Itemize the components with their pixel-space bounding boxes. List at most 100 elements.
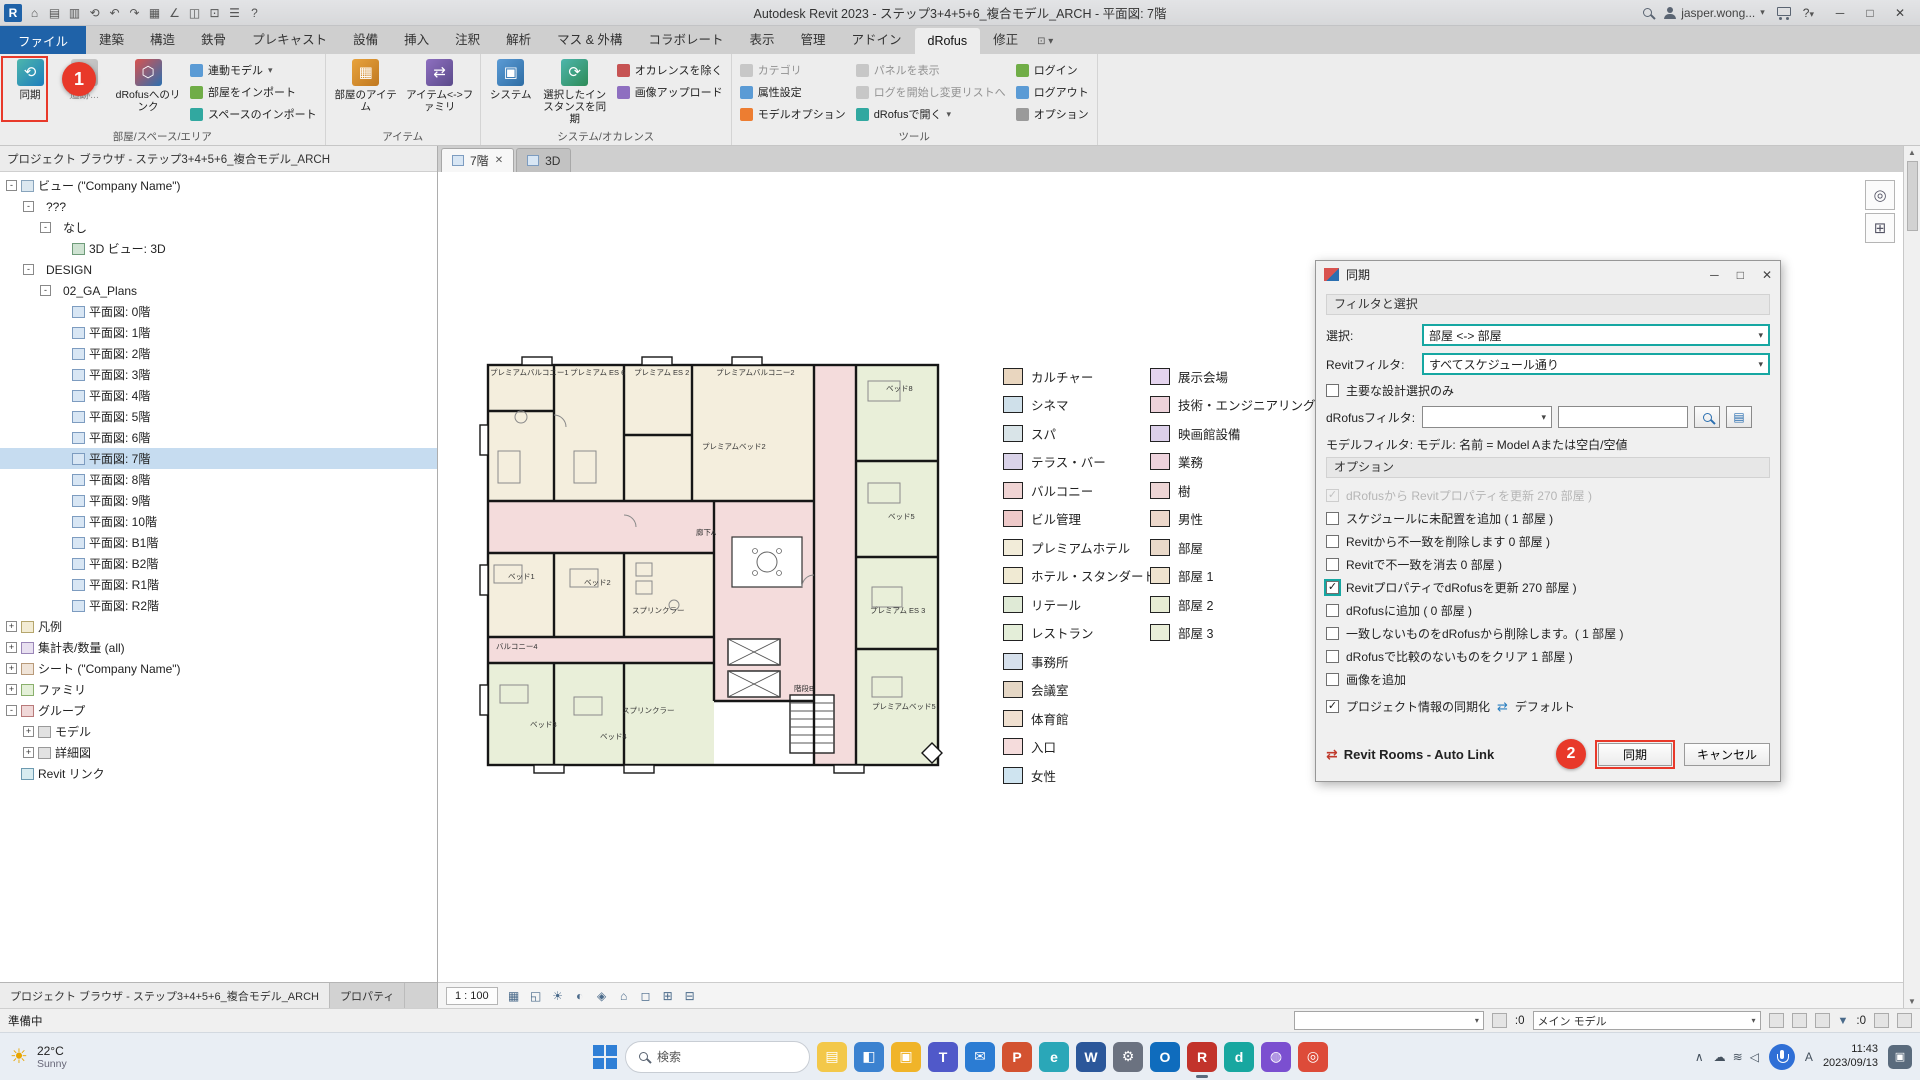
messages-icon[interactable]: ◧ bbox=[854, 1042, 884, 1072]
exclude-options-icon[interactable] bbox=[1792, 1013, 1807, 1028]
tree-item[interactable]: - 02_GA_Plans bbox=[0, 280, 437, 301]
sync-option-checkbox[interactable]: dRofusに追加 ( 0 部屋 ) bbox=[1326, 602, 1770, 619]
tree-expander-icon[interactable] bbox=[57, 537, 68, 548]
project-browser-tab[interactable]: プロジェクト ブラウザ - ステップ3+4+5+6_複合モデル_ARCH bbox=[0, 983, 330, 1008]
taskbar-search[interactable]: 検索 bbox=[625, 1041, 810, 1073]
tree-expander-icon[interactable] bbox=[57, 495, 68, 506]
tree-expander-icon[interactable] bbox=[57, 474, 68, 485]
tree-expander-icon[interactable]: + bbox=[6, 684, 17, 695]
drofus-filter-input[interactable] bbox=[1558, 406, 1688, 428]
tree-expander-icon[interactable]: + bbox=[6, 621, 17, 632]
ime-indicator[interactable]: A bbox=[1805, 1050, 1813, 1064]
link-to-drofus-button[interactable]: ⬡ dRofusへのリンク bbox=[112, 56, 184, 128]
tree-item[interactable]: - グループ bbox=[0, 700, 437, 721]
tree-item[interactable]: + ファミリ bbox=[0, 679, 437, 700]
ribbon-tab[interactable]: ファイル bbox=[0, 26, 86, 54]
image-upload-button[interactable]: 画像アップロード bbox=[613, 82, 727, 102]
close-button[interactable]: ✕ bbox=[1886, 6, 1914, 20]
system-button[interactable]: ▣ システム bbox=[485, 56, 537, 128]
help-menu[interactable]: ?▾ bbox=[1803, 6, 1814, 20]
tree-item[interactable]: 平面図: 4階 bbox=[0, 385, 437, 406]
tree-expander-icon[interactable] bbox=[57, 243, 68, 254]
ribbon-tab[interactable]: アドイン bbox=[838, 23, 914, 54]
project-info-sync-checkbox[interactable]: プロジェクト情報の同期化 ⇄ デフォルト bbox=[1326, 698, 1770, 715]
ribbon-tab[interactable]: 鉄骨 bbox=[188, 23, 239, 54]
tree-item[interactable]: 平面図: 0階 bbox=[0, 301, 437, 322]
wifi-icon[interactable]: ≋ bbox=[1733, 1050, 1743, 1064]
tag-icon[interactable]: ◫ bbox=[185, 3, 204, 22]
view-tab[interactable]: 7階 ✕ bbox=[441, 148, 514, 172]
options-button[interactable]: オプション bbox=[1012, 104, 1093, 124]
revit-app-icon[interactable]: R bbox=[4, 4, 22, 22]
model-options-button[interactable]: モデルオプション bbox=[736, 104, 850, 124]
ribbon-tab[interactable]: コラボレート bbox=[635, 23, 736, 54]
tree-item[interactable]: - DESIGN bbox=[0, 259, 437, 280]
dialog-close-button[interactable]: ✕ bbox=[1762, 268, 1772, 282]
tree-expander-icon[interactable] bbox=[57, 600, 68, 611]
sync-option-checkbox[interactable]: Revitで不一致を消去 0 部屋 ) bbox=[1326, 556, 1770, 573]
design-option-combobox[interactable]: ▾ bbox=[1294, 1011, 1484, 1030]
dialog-sync-button[interactable]: 同期 bbox=[1598, 743, 1672, 766]
tree-expander-icon[interactable]: + bbox=[6, 663, 17, 674]
dialog-minimize-button[interactable]: ─ bbox=[1710, 268, 1719, 282]
ribbon-tab[interactable]: 建築 bbox=[86, 23, 137, 54]
volume-icon[interactable]: ◁ bbox=[1750, 1050, 1759, 1064]
menu-icon[interactable]: ☰ bbox=[225, 3, 244, 22]
redo-icon[interactable]: ↷ bbox=[125, 3, 144, 22]
show-crop-icon[interactable]: ▦ bbox=[505, 987, 523, 1005]
show-panel-button[interactable]: パネルを表示 bbox=[852, 60, 1010, 80]
ribbon-tab[interactable]: 注釈 bbox=[442, 23, 493, 54]
microphone-icon[interactable] bbox=[1769, 1044, 1795, 1070]
import-spaces-button[interactable]: スペースのインポート bbox=[186, 104, 321, 124]
sync-option-checkbox[interactable]: 画像を追加 bbox=[1326, 671, 1770, 688]
maximize-button[interactable]: □ bbox=[1856, 6, 1884, 20]
visual-style-icon[interactable]: ◐ bbox=[571, 987, 589, 1005]
teams-icon[interactable]: T bbox=[928, 1042, 958, 1072]
print-icon[interactable]: ▦ bbox=[145, 3, 164, 22]
tree-expander-icon[interactable] bbox=[57, 579, 68, 590]
tree-item[interactable]: - ??? bbox=[0, 196, 437, 217]
shadows-icon[interactable]: ☀ bbox=[549, 987, 567, 1005]
sync-option-checkbox[interactable]: スケジュールに未配置を追加 ( 1 部屋 ) bbox=[1326, 510, 1770, 527]
properties-tab[interactable]: プロパティ bbox=[330, 983, 405, 1008]
tree-item[interactable]: 平面図: R2階 bbox=[0, 595, 437, 616]
active-workset-combobox[interactable]: メイン モデル▾ bbox=[1533, 1011, 1761, 1030]
view-tab[interactable]: 3D ✕ bbox=[516, 148, 571, 172]
tree-item[interactable]: - ビュー ("Company Name") bbox=[0, 175, 437, 196]
outlook-icon[interactable]: O bbox=[1150, 1042, 1180, 1072]
import-rooms-button[interactable]: 部屋をインポート bbox=[186, 82, 321, 102]
drofus-filter-combobox[interactable]: ▾ bbox=[1422, 406, 1552, 428]
tree-item[interactable]: 平面図: 8階 bbox=[0, 469, 437, 490]
weather-widget[interactable]: ☀ 22°C Sunny bbox=[10, 1044, 67, 1070]
tree-item[interactable]: 平面図: 10階 bbox=[0, 511, 437, 532]
revit-taskbar-icon[interactable]: R bbox=[1187, 1042, 1217, 1072]
scroll-down-icon[interactable]: ▼ bbox=[1908, 997, 1916, 1006]
category-button[interactable]: カテゴリ bbox=[736, 60, 850, 80]
tree-expander-icon[interactable]: - bbox=[40, 285, 51, 296]
ribbon-tab[interactable]: 挿入 bbox=[391, 23, 442, 54]
floor-plan-drawing[interactable] bbox=[474, 355, 952, 775]
tree-expander-icon[interactable] bbox=[57, 327, 68, 338]
onedrive-icon[interactable]: ☁ bbox=[1714, 1050, 1726, 1064]
attribute-settings-button[interactable]: 属性設定 bbox=[736, 82, 850, 102]
sync-option-checkbox[interactable]: dRofusで比較のないものをクリア 1 部屋 ) bbox=[1326, 648, 1770, 665]
start-button[interactable] bbox=[592, 1044, 618, 1070]
scrollbar-thumb[interactable] bbox=[1907, 161, 1918, 231]
drofus-filter-list-button[interactable]: ▤ bbox=[1726, 406, 1752, 428]
vertical-scrollbar[interactable]: ▲ ▼ bbox=[1903, 146, 1920, 1008]
ribbon-tab[interactable]: 表示 bbox=[736, 23, 787, 54]
dialog-title-bar[interactable]: 同期 ─ □ ✕ bbox=[1316, 261, 1780, 288]
exclude-occurrences-button[interactable]: オカレンスを除く bbox=[613, 60, 727, 80]
chrome-icon[interactable]: ◎ bbox=[1298, 1042, 1328, 1072]
ribbon-tab[interactable]: 構造 bbox=[137, 23, 188, 54]
home-icon[interactable]: ⌂ bbox=[25, 3, 44, 22]
tree-expander-icon[interactable] bbox=[57, 453, 68, 464]
sync-option-checkbox[interactable]: Revitから不一致を削除します 0 部屋 ) bbox=[1326, 533, 1770, 550]
notification-icon[interactable]: ▣ bbox=[1888, 1045, 1912, 1069]
primary-design-option-checkbox[interactable]: 主要な設計選択のみ bbox=[1326, 382, 1770, 399]
open-in-drofus-button[interactable]: dRofusで開く▾ bbox=[852, 104, 1010, 124]
tree-expander-icon[interactable] bbox=[57, 390, 68, 401]
constraints-icon[interactable]: ⊟ bbox=[681, 987, 699, 1005]
folder-icon[interactable]: ▣ bbox=[891, 1042, 921, 1072]
ribbon-tab[interactable]: 解析 bbox=[493, 23, 544, 54]
